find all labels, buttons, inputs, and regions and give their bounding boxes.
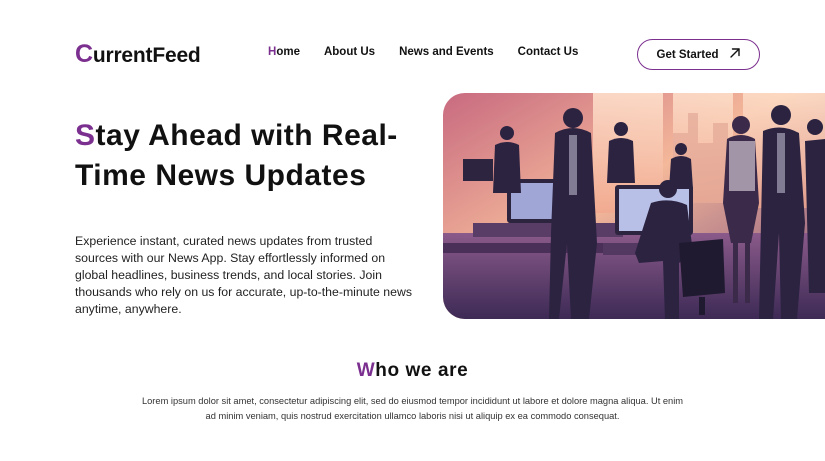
nav-home-rest: ome: [276, 46, 300, 58]
nav-link-about[interactable]: About Us: [324, 46, 375, 58]
hero-title: Stay Ahead with Real-Time News Updates: [75, 116, 405, 196]
hero-description: Experience instant, curated news updates…: [75, 234, 412, 316]
who-we-are-description: Lorem ipsum dolor sit amet, consectetur …: [141, 396, 684, 421]
hero-newsroom-illustration: [443, 93, 825, 319]
arrow-up-right-icon: [729, 47, 741, 62]
who-we-are-rest: ho we are: [375, 360, 469, 381]
who-we-are-initial: W: [356, 360, 376, 381]
brand-logo-initial: C: [75, 40, 93, 68]
hero-title-initial: S: [75, 119, 96, 152]
get-started-label: Get Started: [656, 48, 719, 61]
nav-link-contact[interactable]: Contact Us: [518, 46, 579, 58]
main-nav: Home About Us News and Events Contact Us: [268, 46, 578, 58]
nav-link-home[interactable]: Home: [268, 46, 300, 58]
brand-logo-name: urrentFeed: [92, 44, 201, 67]
get-started-button[interactable]: Get Started: [637, 39, 760, 70]
nav-link-news-events[interactable]: News and Events: [399, 46, 494, 58]
who-we-are-title: Who we are: [0, 360, 825, 382]
brand-logo[interactable]: CurrentFeed: [75, 40, 201, 69]
hero-title-rest: tay Ahead with Real-Time News Updates: [75, 119, 398, 192]
